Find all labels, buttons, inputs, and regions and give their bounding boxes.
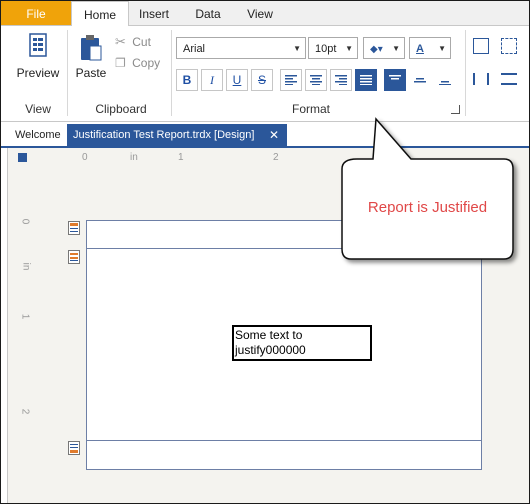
- tab-file[interactable]: File: [1, 1, 71, 25]
- font-name-value: Arial: [183, 43, 206, 55]
- align-left-icon: [285, 75, 297, 85]
- ruler-label: 2: [273, 152, 279, 163]
- page-footer-divider: [87, 440, 481, 441]
- detail-section-icon[interactable]: [68, 250, 80, 264]
- page-header-divider: [87, 248, 481, 249]
- report-textbox[interactable]: Some text to justify000000: [232, 325, 372, 361]
- page-footer-section-icon[interactable]: [68, 441, 80, 455]
- distribute-icon[interactable]: [473, 73, 489, 85]
- scissors-icon: ✂: [115, 34, 126, 49]
- ruler-label: in: [130, 152, 138, 163]
- group-divider: [465, 30, 466, 116]
- format-group-label: Format: [291, 102, 330, 116]
- copy-icon: ❐: [115, 56, 126, 70]
- cut-button[interactable]: ✂ Cut: [115, 34, 165, 50]
- ribbon: Preview View Paste ✂ Cut ❐ Copy Clipboar…: [1, 26, 529, 122]
- cut-label: Cut: [132, 35, 151, 49]
- layout-grid-icon[interactable]: [473, 38, 489, 54]
- format-dialog-launcher-icon[interactable]: [451, 105, 460, 114]
- group-divider: [171, 30, 172, 116]
- callout-text: Report is Justified: [367, 199, 488, 216]
- clipboard-group-label: Clipboard: [95, 102, 147, 116]
- ruler-label: 1: [19, 313, 31, 320]
- align-middle-button[interactable]: [409, 69, 431, 91]
- report-page[interactable]: Some text to justify000000: [86, 220, 482, 470]
- fill-color-button[interactable]: ◆▾ ▼: [363, 37, 405, 59]
- app-window: File Home Insert Data View Preview View: [0, 0, 530, 504]
- ruler-label: 2: [19, 408, 31, 415]
- font-color-icon: A: [416, 43, 424, 55]
- paste-icon: [81, 35, 102, 61]
- layout-grid-icon[interactable]: [501, 38, 517, 54]
- ribbon-tab-bar: File Home Insert Data View: [1, 1, 529, 26]
- ruler-label: 1: [178, 152, 184, 163]
- align-top-icon: [389, 75, 401, 80]
- align-bottom-button[interactable]: [434, 69, 456, 91]
- align-left-button[interactable]: [280, 69, 302, 91]
- paint-bucket-icon: ◆▾: [370, 44, 383, 55]
- align-middle-icon: [414, 78, 426, 83]
- tab-home[interactable]: Home: [71, 1, 129, 26]
- ruler-corner[interactable]: [18, 153, 27, 162]
- tab-report-design[interactable]: Justification Test Report.trdx [Design] …: [67, 124, 287, 146]
- tab-insert[interactable]: Insert: [129, 1, 179, 25]
- copy-label: Copy: [132, 56, 161, 70]
- tab-view[interactable]: View: [237, 1, 283, 25]
- font-size-select[interactable]: 10pt ▼: [308, 37, 358, 59]
- distribute-icon[interactable]: [501, 73, 517, 85]
- font-size-value: 10pt: [315, 43, 337, 55]
- italic-button[interactable]: I: [201, 69, 223, 91]
- chevron-down-icon: ▼: [438, 44, 446, 53]
- copy-button[interactable]: ❐ Copy: [115, 56, 165, 70]
- document-tab-bar: Welcome Justification Test Report.trdx […: [1, 122, 529, 148]
- tab-data[interactable]: Data: [185, 1, 231, 25]
- close-icon[interactable]: ✕: [269, 124, 279, 146]
- chevron-down-icon: ▼: [392, 44, 400, 53]
- paste-button[interactable]: Paste: [73, 34, 109, 80]
- ruler-label: 0: [19, 218, 31, 225]
- preview-button[interactable]: Preview: [13, 32, 63, 80]
- preview-icon: [29, 33, 47, 57]
- page-header-section-icon[interactable]: [68, 221, 80, 235]
- chevron-down-icon: ▼: [345, 44, 353, 53]
- underline-button[interactable]: U: [226, 69, 248, 91]
- tab-report-design-label: Justification Test Report.trdx [Design]: [73, 129, 255, 141]
- vertical-ruler: 0 in 1 2: [8, 166, 38, 503]
- font-name-select[interactable]: Arial ▼: [176, 37, 306, 59]
- horizontal-ruler: 0 in 1 2: [40, 148, 529, 166]
- tab-welcome[interactable]: Welcome: [15, 124, 61, 146]
- strikethrough-button[interactable]: S: [251, 69, 273, 91]
- ruler-label: 0: [82, 152, 88, 163]
- align-top-button[interactable]: [384, 69, 406, 91]
- font-color-button[interactable]: A ▼: [409, 37, 451, 59]
- view-group-label: View: [25, 102, 51, 116]
- align-center-icon: [310, 75, 322, 85]
- justify-button[interactable]: [355, 69, 377, 91]
- align-right-icon: [335, 75, 347, 85]
- paste-label: Paste: [75, 66, 107, 80]
- chevron-down-icon: ▼: [293, 44, 301, 53]
- align-right-button[interactable]: [330, 69, 352, 91]
- bold-button[interactable]: B: [176, 69, 198, 91]
- ruler-label: in: [20, 262, 32, 271]
- preview-label: Preview: [16, 66, 60, 80]
- justify-icon: [360, 75, 372, 85]
- align-bottom-icon: [439, 81, 451, 85]
- group-divider: [67, 30, 68, 116]
- align-center-button[interactable]: [305, 69, 327, 91]
